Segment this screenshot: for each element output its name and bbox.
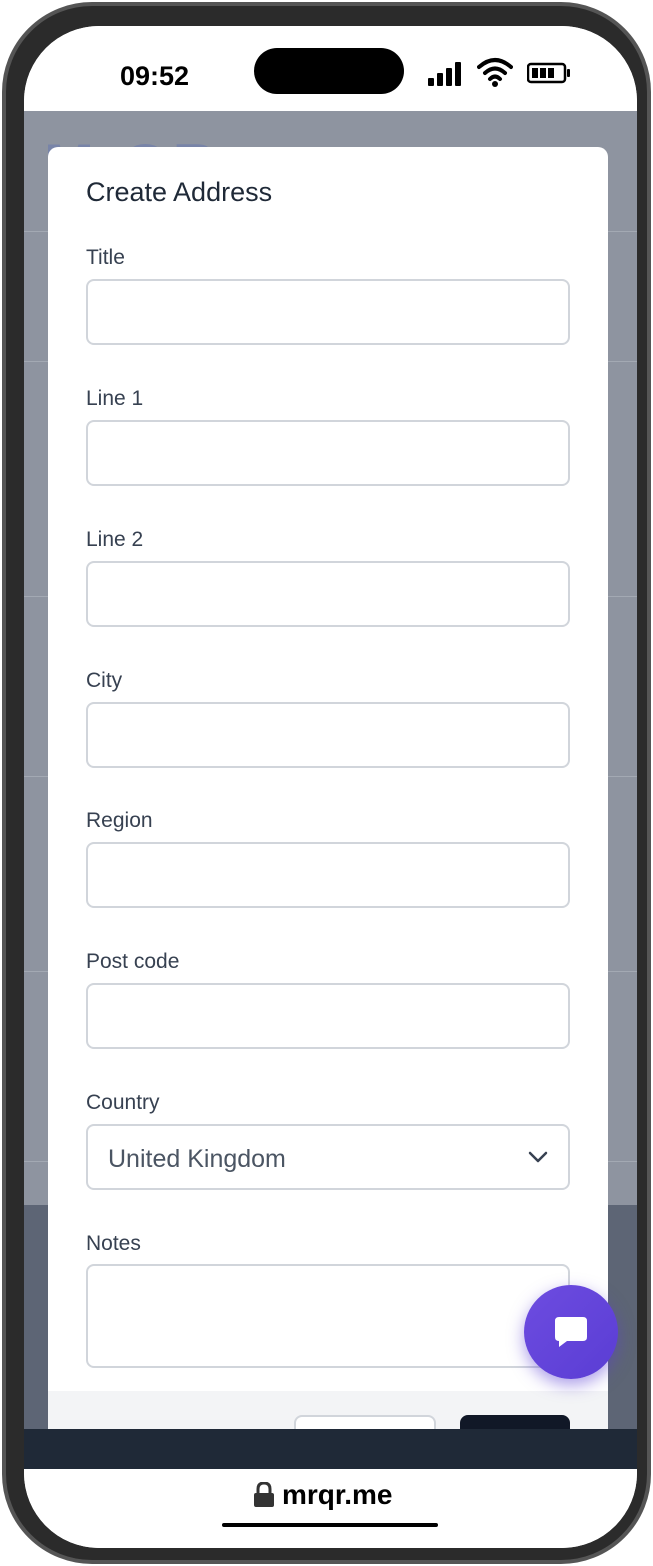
dynamic-island	[254, 48, 404, 94]
cancel-button[interactable]	[294, 1415, 436, 1429]
browser-url-bar[interactable]: mrqr.me	[24, 1469, 637, 1548]
chevron-down-icon	[528, 1151, 548, 1163]
postcode-label: Post code	[86, 950, 180, 973]
postcode-input[interactable]	[86, 983, 570, 1049]
notes-label: Notes	[86, 1232, 141, 1255]
country-select[interactable]: United Kingdom	[86, 1124, 570, 1190]
browser-toolbar-band	[24, 1429, 637, 1469]
lock-icon	[254, 1482, 274, 1507]
region-input[interactable]	[86, 842, 570, 908]
battery-icon	[527, 62, 570, 84]
status-bar: 09:52	[24, 26, 637, 111]
line2-label: Line 2	[86, 528, 144, 551]
create-address-modal: Create Address Title Line 1 Line 2 City …	[48, 147, 608, 1429]
url-text: mrqr.me	[282, 1479, 393, 1510]
phone-screen: 09:52 M-QR	[24, 26, 637, 1548]
wifi-icon	[477, 58, 513, 87]
line2-input[interactable]	[86, 561, 570, 627]
title-input[interactable]	[86, 279, 570, 345]
phone-frame: 09:52 M-QR	[2, 2, 651, 1564]
title-label: Title	[86, 246, 125, 269]
chat-bubble-icon	[555, 1317, 587, 1347]
notes-textarea[interactable]	[86, 1264, 570, 1368]
line1-input[interactable]	[86, 420, 570, 486]
chat-button[interactable]	[524, 1285, 618, 1379]
city-label: City	[86, 669, 123, 692]
status-time: 09:52	[120, 61, 190, 91]
web-viewport: M-QR Create Address Title Line 1 Line 2 …	[24, 111, 637, 1429]
country-select-value: United Kingdom	[108, 1145, 286, 1173]
modal-footer	[48, 1391, 608, 1429]
city-input[interactable]	[86, 702, 570, 768]
region-label: Region	[86, 809, 153, 832]
signal-icon	[428, 62, 462, 86]
country-label: Country	[86, 1091, 160, 1114]
home-indicator	[222, 1523, 438, 1527]
modal-title: Create Address	[86, 177, 273, 207]
line1-label: Line 1	[86, 387, 144, 410]
save-button[interactable]	[460, 1415, 570, 1429]
